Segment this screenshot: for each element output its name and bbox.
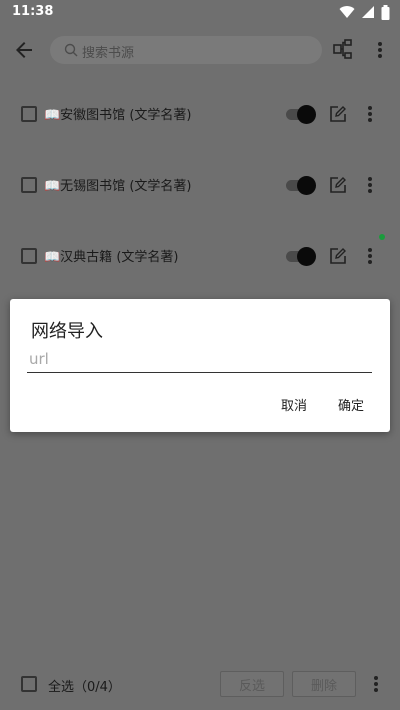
- network-import-dialog: 网络导入 取消 确定: [10, 299, 390, 432]
- wifi-icon: [339, 6, 355, 19]
- source-name: 📖无锡图书馆 (文学名著): [44, 179, 192, 194]
- edit-button[interactable]: [329, 105, 347, 123]
- source-row[interactable]: 📖无锡图书馆 (文学名著): [0, 160, 400, 210]
- status-time: 11:38: [12, 4, 54, 19]
- bottom-action-bar: 全选（0/4） 反选 删除: [0, 660, 400, 710]
- more-vert-icon: [368, 248, 372, 264]
- url-input[interactable]: [27, 345, 372, 373]
- source-name: 📖汉典古籍 (文学名著): [44, 250, 179, 265]
- update-indicator-dot: [379, 234, 385, 240]
- toggle-thumb: [297, 176, 316, 195]
- select-all-label: 全选（0/4）: [48, 680, 121, 695]
- search-box[interactable]: 搜索书源: [50, 36, 322, 64]
- source-enable-toggle[interactable]: [286, 247, 316, 266]
- source-enable-toggle[interactable]: [286, 105, 316, 124]
- battery-icon: [381, 4, 390, 20]
- invert-selection-button[interactable]: 反选: [220, 671, 284, 697]
- toolbar: 搜索书源: [0, 28, 400, 72]
- status-icons: [339, 4, 390, 20]
- source-row[interactable]: 📖安徽图书馆 (文学名著): [0, 89, 400, 139]
- toolbar-more-button[interactable]: [372, 38, 388, 62]
- source-name: 📖安徽图书馆 (文学名著): [44, 108, 192, 123]
- delete-button[interactable]: 删除: [292, 671, 356, 697]
- signal-icon: [362, 6, 374, 18]
- source-enable-toggle[interactable]: [286, 176, 316, 195]
- search-icon: [64, 43, 78, 57]
- row-more-button[interactable]: [362, 103, 378, 125]
- source-checkbox[interactable]: [21, 106, 37, 122]
- status-bar: 11:38: [0, 0, 400, 24]
- source-checkbox[interactable]: [21, 248, 37, 264]
- more-vert-icon: [368, 177, 372, 193]
- source-row[interactable]: 📖汉典古籍 (文学名著): [0, 231, 400, 281]
- group-icon: [333, 39, 352, 59]
- select-all-checkbox[interactable]: [21, 676, 37, 692]
- more-vert-icon: [368, 106, 372, 122]
- edit-icon: [330, 106, 346, 122]
- back-button[interactable]: [12, 38, 36, 62]
- more-vert-icon: [378, 42, 382, 58]
- edit-button[interactable]: [329, 176, 347, 194]
- toggle-thumb: [297, 105, 316, 124]
- edit-icon: [330, 177, 346, 193]
- edit-icon: [330, 248, 346, 264]
- source-checkbox[interactable]: [21, 177, 37, 193]
- confirm-button[interactable]: 确定: [338, 395, 364, 414]
- cancel-button[interactable]: 取消: [281, 395, 307, 414]
- arrow-left-icon: [16, 42, 32, 58]
- row-more-button[interactable]: [362, 245, 378, 267]
- more-vert-icon: [374, 676, 378, 692]
- bottom-more-button[interactable]: [368, 673, 384, 695]
- dialog-title: 网络导入: [31, 321, 103, 342]
- toggle-thumb: [297, 247, 316, 266]
- search-placeholder: 搜索书源: [82, 46, 135, 61]
- group-button[interactable]: [332, 38, 354, 60]
- row-more-button[interactable]: [362, 174, 378, 196]
- edit-button[interactable]: [329, 247, 347, 265]
